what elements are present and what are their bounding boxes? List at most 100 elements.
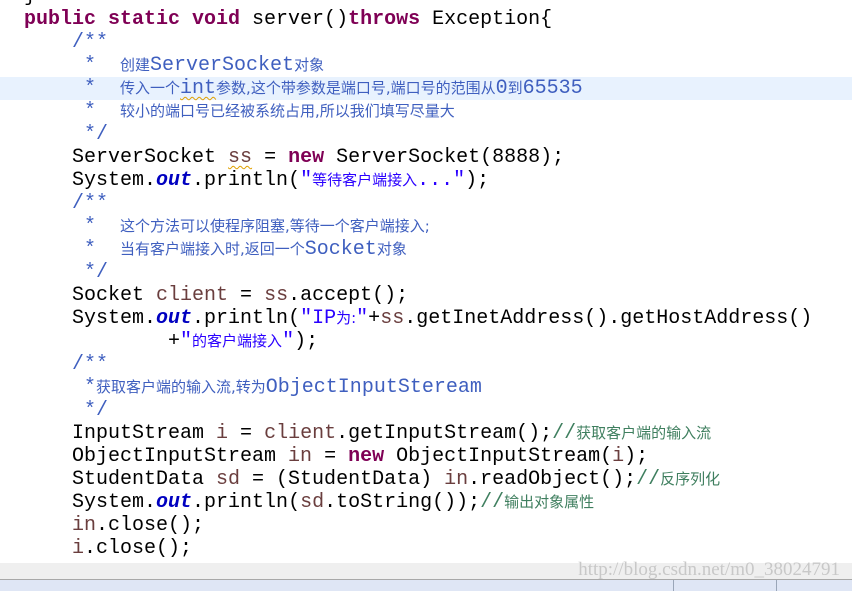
code-token: 传入一个 (120, 79, 181, 97)
code-token: .println( (192, 307, 301, 330)
code-token: ); (624, 445, 649, 468)
code-token: public static void (24, 8, 241, 31)
code-line[interactable]: +"的客户端接入"); (0, 330, 852, 353)
code-line[interactable]: * 当有客户端接入时,返回一个Socket对象 (0, 238, 852, 261)
code-token: " (180, 330, 193, 353)
code-token: // (552, 422, 577, 445)
code-token: new (348, 445, 385, 468)
code-token: new (288, 146, 325, 169)
code-token: InputStream (24, 422, 217, 445)
code-token: ); (294, 330, 319, 353)
code-token: */ (24, 399, 109, 422)
code-token: .toString()); (324, 491, 481, 514)
code-line[interactable]: */ (0, 123, 852, 146)
code-token: + (24, 330, 181, 353)
code-token: + (368, 307, 381, 330)
code-line[interactable]: * 这个方法可以使程序阻塞,等待一个客户端接入; (0, 215, 852, 238)
code-token: ServerSocket (150, 54, 295, 77)
code-token: server() (240, 8, 349, 31)
code-token: = (312, 445, 349, 468)
code-line[interactable]: Socket client = ss.accept(); (0, 284, 852, 307)
code-token: .getInetAddress().getHostAddress() (404, 307, 813, 330)
code-line[interactable]: in.close(); (0, 514, 852, 537)
code-token: 这个方法可以使程序阻塞,等待一个客户端接入; (120, 217, 430, 235)
code-token: client (264, 422, 337, 445)
code-token: 为: (336, 309, 357, 327)
code-token: 反序列化 (660, 470, 721, 488)
code-line[interactable]: * 传入一个int参数,这个带参数是端口号,端口号的范围从0到65535 (0, 77, 852, 100)
code-line[interactable]: /** (0, 192, 852, 215)
code-token: i (612, 445, 625, 468)
code-token: int (180, 77, 217, 100)
code-token: 对象 (376, 240, 407, 258)
code-token: * (24, 77, 121, 100)
watermark: http://blog.csdn.net/m0_38024791 (578, 559, 840, 580)
code-line[interactable]: */ (0, 399, 852, 422)
code-token: */ (24, 261, 109, 284)
code-line[interactable]: System.out.println(sd.toString());//输出对象… (0, 491, 852, 514)
code-token: .readObject(); (468, 468, 637, 491)
code-token: in (288, 445, 313, 468)
code-token: 的客户端接入 (192, 332, 283, 350)
code-token: ); (465, 169, 490, 192)
code-token: in (444, 468, 469, 491)
code-token: out (156, 491, 193, 514)
code-token: = (252, 146, 289, 169)
code-token: * (24, 100, 121, 123)
code-line[interactable]: } (0, 0, 852, 8)
code-token: 输出对象属性 (504, 493, 595, 511)
code-token: .getInputStream(); (336, 422, 553, 445)
code-line[interactable]: ObjectInputStream in = new ObjectInputSt… (0, 445, 852, 468)
code-token: */ (24, 123, 109, 146)
code-token: " (282, 330, 295, 353)
code-token: = (StudentData) (240, 468, 445, 491)
code-token: .println( (192, 491, 301, 514)
code-token: .println( (192, 169, 301, 192)
code-token: sd (300, 491, 325, 514)
code-token: ServerSocket(8888); (324, 146, 565, 169)
code-line[interactable]: System.out.println("等待客户端接入..."); (0, 169, 852, 192)
code-token: Socket (24, 284, 157, 307)
code-token: 当有客户端接入时,返回一个 (120, 240, 305, 258)
code-line[interactable]: /** (0, 31, 852, 54)
code-token: .close(); (84, 537, 193, 560)
code-token: ObjectInputStream( (384, 445, 613, 468)
status-bar (0, 580, 852, 591)
code-token: = (228, 422, 265, 445)
status-separator (776, 580, 777, 591)
code-line[interactable]: InputStream i = client.getInputStream();… (0, 422, 852, 445)
status-separator (673, 580, 674, 591)
code-token: /** (24, 353, 109, 376)
code-line[interactable]: StudentData sd = (StudentData) in.readOb… (0, 468, 852, 491)
code-token: .accept(); (288, 284, 409, 307)
code-token: = (228, 284, 265, 307)
code-token: ss (264, 284, 289, 307)
code-line[interactable]: * 创建ServerSocket对象 (0, 54, 852, 77)
code-token: * (24, 238, 121, 261)
code-token: i (216, 422, 229, 445)
code-token: ss (228, 146, 253, 169)
code-token: in (72, 514, 97, 537)
code-line[interactable]: public static void server()throws Except… (0, 8, 852, 31)
code-token: 创建 (120, 56, 151, 74)
code-line[interactable]: i.close(); (0, 537, 852, 560)
code-token: "IP (300, 307, 337, 330)
code-token: Exception{ (420, 8, 553, 31)
code-token: // (636, 468, 661, 491)
code-token: System. (24, 169, 157, 192)
code-line[interactable]: *获取客户端的输入流,转为ObjectInputSteream (0, 376, 852, 399)
code-line[interactable]: * 较小的端口号已经被系统占用,所以我们填写尽量大 (0, 100, 852, 123)
code-editor[interactable]: }public static void server()throws Excep… (0, 0, 852, 560)
code-line[interactable]: /** (0, 353, 852, 376)
code-line[interactable]: */ (0, 261, 852, 284)
code-line[interactable]: System.out.println("IP为:"+ss.getInetAddr… (0, 307, 852, 330)
code-token: 65535 (522, 77, 583, 100)
code-token: * (24, 215, 121, 238)
code-token: i (72, 537, 85, 560)
code-line[interactable]: ServerSocket ss = new ServerSocket(8888)… (0, 146, 852, 169)
code-token: out (156, 169, 193, 192)
code-token: client (156, 284, 229, 307)
code-token: 获取客户端的输入流,转为 (96, 378, 266, 396)
